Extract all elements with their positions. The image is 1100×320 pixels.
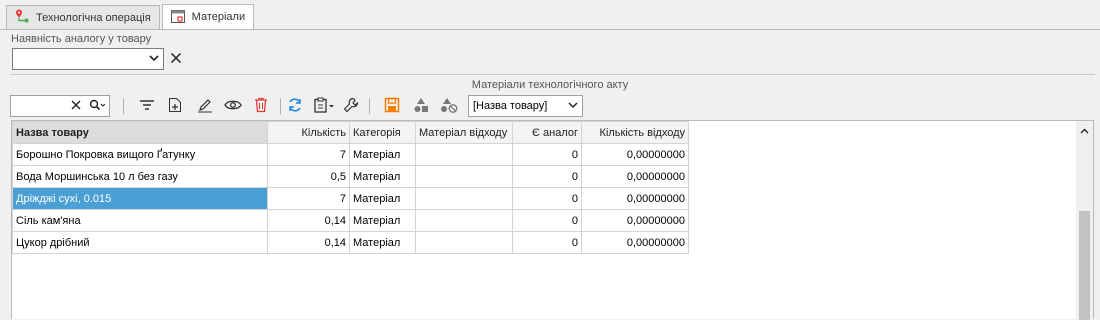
toolbar-separator <box>369 98 370 114</box>
cell-waste-qty[interactable]: 0,00000000 <box>581 165 689 188</box>
eye-icon <box>224 99 242 114</box>
tab-label: Матеріали <box>191 11 246 23</box>
section-title: Матеріали технологічного акту <box>471 79 629 91</box>
add-button[interactable] <box>164 95 186 117</box>
cell-category[interactable]: Матеріал <box>349 231 416 254</box>
scroll-up-icon[interactable] <box>1080 125 1089 137</box>
column-header-category[interactable]: Категорія <box>349 121 416 144</box>
pencil-icon <box>197 97 213 116</box>
save-icon <box>384 97 400 116</box>
scrollbar-thumb[interactable] <box>1079 211 1090 320</box>
cell-waste-material[interactable] <box>415 165 513 188</box>
chevron-down-icon <box>568 100 578 112</box>
vertical-scrollbar[interactable] <box>1076 121 1093 320</box>
cell-category[interactable]: Матеріал <box>349 165 416 188</box>
cell-waste-material[interactable] <box>415 231 513 254</box>
cell-has-analog[interactable]: 0 <box>512 231 582 254</box>
table-row[interactable]: Борошно Покровка вищого Ґатунку 7 Матеріал… <box>12 143 689 166</box>
cell-has-analog[interactable]: 0 <box>512 143 582 166</box>
remove-analog-button[interactable] <box>438 95 460 117</box>
view-button[interactable] <box>222 95 244 117</box>
calendar-icon <box>170 8 186 27</box>
cell-category[interactable]: Матеріал <box>349 143 416 166</box>
toolbar-separator <box>123 98 124 114</box>
cell-waste-qty[interactable]: 0,00000000 <box>581 231 689 254</box>
cell-waste-qty[interactable]: 0,00000000 <box>581 143 689 166</box>
cell-qty[interactable]: 0,14 <box>267 231 350 254</box>
cell-name[interactable]: Дріжджі сухі, 0.015 <box>12 187 268 210</box>
tab-technological-operation[interactable]: Технологічна операція <box>6 5 160 29</box>
close-icon <box>170 52 182 67</box>
trash-icon <box>254 97 268 116</box>
cell-qty[interactable]: 0,5 <box>267 165 350 188</box>
tab-materials[interactable]: Матеріали <box>161 4 255 29</box>
search-input[interactable] <box>10 95 110 117</box>
table-row[interactable]: Вода Моршинська 10 л без газу 0,5 Матеріал… <box>12 165 689 188</box>
section-divider <box>10 74 1095 75</box>
table-row[interactable]: Цукор дрібний 0,14 Матеріал 0 0,00000000 <box>12 231 689 254</box>
shapes-blocked-icon <box>440 97 458 116</box>
cell-waste-qty[interactable]: 0,00000000 <box>581 187 689 210</box>
clear-filter-button[interactable] <box>168 51 184 67</box>
column-header-has-analog[interactable]: Є аналог <box>512 121 582 144</box>
cell-waste-material[interactable] <box>415 209 513 232</box>
column-select[interactable]: [Назва товару] <box>468 95 583 117</box>
table-row[interactable]: Дріжджі сухі, 0.015 7 Матеріал 0 0,00000000 <box>12 187 689 210</box>
cell-has-analog[interactable]: 0 <box>512 187 582 210</box>
column-select-value: [Назва товару] <box>473 100 548 112</box>
toolbar-separator <box>280 98 281 114</box>
tab-divider <box>0 29 1100 30</box>
clipboard-icon <box>313 97 337 116</box>
cell-waste-material[interactable] <box>415 143 513 166</box>
cell-name[interactable]: Сіль кам'яна <box>12 209 268 232</box>
cell-qty[interactable]: 7 <box>267 187 350 210</box>
column-header-quantity[interactable]: Кількість <box>267 121 350 144</box>
cell-has-analog[interactable]: 0 <box>512 165 582 188</box>
search-icon[interactable] <box>89 99 106 114</box>
shapes-icon <box>413 97 429 116</box>
filter-icon <box>139 98 155 115</box>
column-header-waste-quantity[interactable]: Кількість відходу <box>581 121 689 144</box>
column-header-waste-material[interactable]: Матеріал відходу <box>415 121 513 144</box>
cell-category[interactable]: Матеріал <box>349 209 416 232</box>
cell-waste-material[interactable] <box>415 187 513 210</box>
cell-name[interactable]: Цукор дрібний <box>12 231 268 254</box>
refresh-icon <box>287 97 303 116</box>
analog-filter-select[interactable] <box>12 48 164 70</box>
table-header-row: Назва товару Кількість Категорія Матеріа… <box>12 121 689 144</box>
clear-search-icon[interactable] <box>71 100 81 113</box>
cell-category[interactable]: Матеріал <box>349 187 416 210</box>
cell-has-analog[interactable]: 0 <box>512 209 582 232</box>
add-document-icon <box>168 97 182 116</box>
analog-filter-label: Наявність аналогу у товару <box>11 33 152 45</box>
analog-button[interactable] <box>410 95 432 117</box>
tab-bar: Технологічна операція Матеріали <box>6 4 255 29</box>
cell-qty[interactable]: 7 <box>267 143 350 166</box>
route-icon <box>14 8 30 27</box>
cell-name[interactable]: Вода Моршинська 10 л без газу <box>12 165 268 188</box>
delete-button[interactable] <box>250 95 272 117</box>
save-button[interactable] <box>381 95 403 117</box>
clipboard-menu-button[interactable] <box>311 95 339 117</box>
wrench-icon <box>343 97 359 116</box>
cell-waste-qty[interactable]: 0,00000000 <box>581 209 689 232</box>
filter-button[interactable] <box>136 95 158 117</box>
materials-grid: Назва товару Кількість Категорія Матеріа… <box>11 120 1094 320</box>
materials-table: Назва товару Кількість Категорія Матеріа… <box>12 121 689 254</box>
settings-button[interactable] <box>340 95 362 117</box>
cell-name[interactable]: Борошно Покровка вищого Ґатунку <box>12 143 268 166</box>
edit-button[interactable] <box>194 95 216 117</box>
cell-qty[interactable]: 0,14 <box>267 209 350 232</box>
column-header-name[interactable]: Назва товару <box>12 121 268 144</box>
refresh-button[interactable] <box>284 95 306 117</box>
table-row[interactable]: Сіль кам'яна 0,14 Матеріал 0 0,00000000 <box>12 209 689 232</box>
chevron-down-icon <box>149 53 159 65</box>
tab-label: Технологічна операція <box>36 11 151 24</box>
